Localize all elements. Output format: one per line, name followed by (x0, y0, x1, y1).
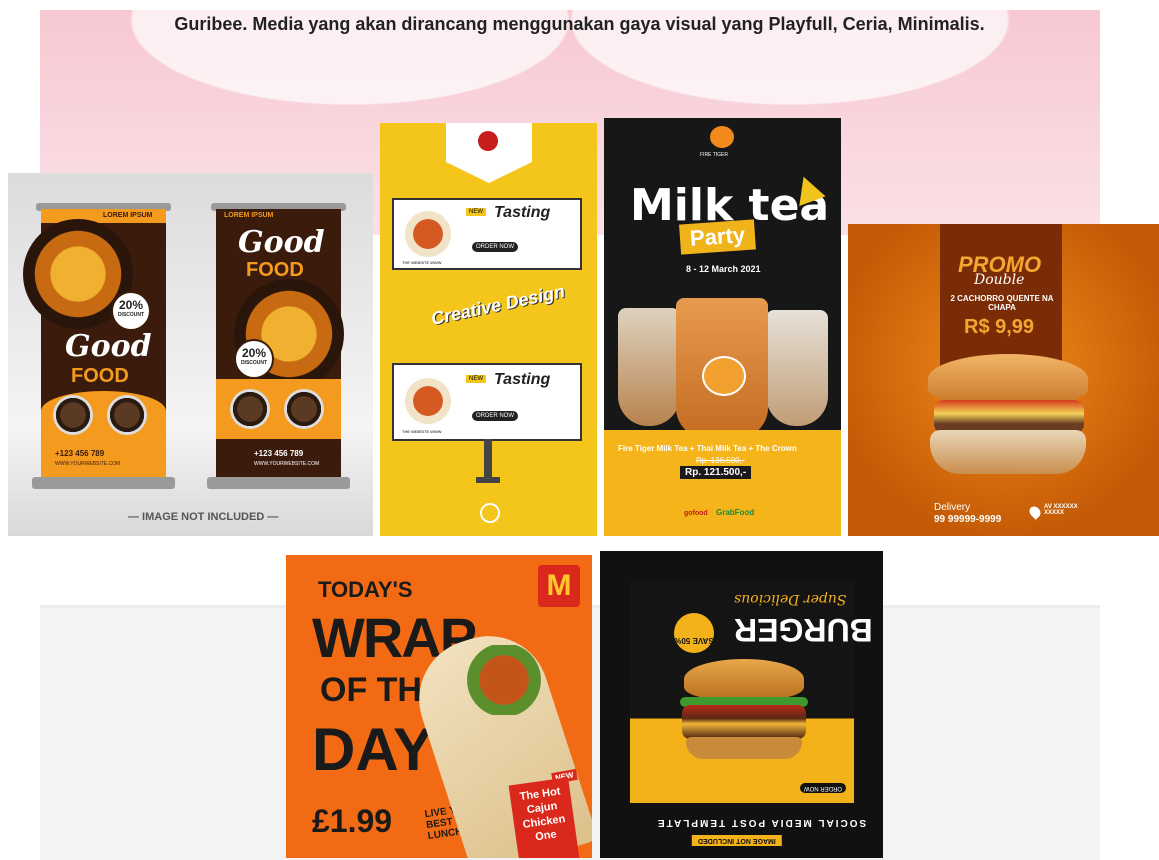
headline-food: FOOD (71, 365, 129, 387)
billboard-pole (484, 439, 492, 479)
logo-text: FIRE TIGER (700, 152, 728, 158)
save-badge: SAVE 50% (674, 613, 714, 653)
banner-right: LOREM IPSUM Good FOOD 20% DISCOUNT +123 … (216, 209, 344, 477)
discount-badge: 20% DISCOUNT (111, 291, 151, 331)
bowl-photo (402, 208, 454, 260)
headline-good: Good (238, 225, 325, 260)
promo-price: R$ 9,99 (964, 316, 1035, 338)
rollup-banner-image: LOREM IPSUM 20% DISCOUNT Good FOOD +123 … (8, 173, 373, 536)
discount-badge: 20% DISCOUNT (234, 339, 274, 379)
banner-left: LOREM IPSUM 20% DISCOUNT Good FOOD +123 … (23, 209, 166, 477)
tiger-face-icon (702, 356, 746, 396)
subtitle-party: Party (679, 219, 757, 255)
location-pin-icon (1027, 504, 1043, 520)
price: £1.99 (312, 803, 393, 839)
promo-burger-image: PROMO Double 2 CACHORRO QUENTE NA CHAPA … (848, 224, 1159, 536)
banner-base (207, 477, 350, 489)
delivery-label: Delivery (934, 502, 971, 513)
page-caption: Guribee. Media yang akan dirancang mengg… (174, 14, 985, 34)
billboard-mockup-image: Tasting NEW ORDER NOW THE WEBSITE.WWW Cr… (380, 123, 597, 536)
burger-social-post-image: Super Delicious BURGER SAVE 50% ORDER NO… (600, 551, 883, 858)
burger-patties (682, 705, 806, 739)
title-burger: BURGER (734, 612, 873, 648)
promo-script: Double (974, 272, 1025, 288)
event-dates: 8 - 12 March 2021 (686, 264, 761, 274)
bowl-photo (402, 375, 454, 427)
dish-photo (107, 395, 147, 435)
banner-phone: +123 456 789 (254, 449, 304, 458)
headline-todays: TODAY'S (318, 577, 413, 602)
banner-phone: +123 456 789 (55, 449, 105, 458)
footer-logo-icon (480, 503, 500, 523)
burger-top-bun (684, 659, 804, 699)
banner-base (32, 477, 175, 489)
banner-brand: LOREM IPSUM (103, 212, 153, 219)
order-now-button: ORDER NOW (800, 783, 846, 793)
old-price: Rp. 136.500,- (696, 456, 745, 465)
new-price: Rp. 121.500,- (680, 466, 752, 479)
image-not-included-note: IMAGE NOT INCLUDED (692, 835, 782, 846)
sandwich-filling (934, 400, 1084, 434)
cup-left (618, 308, 680, 426)
script-super-delicious: Super Delicious (734, 591, 847, 607)
banner-brand: LOREM IPSUM (224, 212, 274, 219)
mcdonalds-logo-icon: M (538, 565, 580, 607)
banner-website: WWW.YOURWEBSITE.COM (55, 461, 121, 467)
grabfood-logo: GrabFood (716, 508, 755, 517)
billboard-bottom: Tasting NEW ORDER NOW THE WEBSITE.WWW (392, 363, 582, 441)
cup-right (766, 310, 828, 426)
sandwich-bottom (930, 430, 1086, 474)
headline-day: DAY (312, 716, 434, 783)
burger-bottom-bun (686, 737, 802, 759)
milk-tea-poster-image: FIRE TIGER Milk tea Party 8 - 12 March 2… (604, 118, 841, 536)
tiger-logo-icon (710, 126, 734, 148)
wrap-of-the-day-image: M TODAY'S WRAP OF THE DAY £1.99 LIVE YOU… (286, 555, 592, 858)
products-line: Fire Tiger Milk Tea + Thai Milk Tea + Th… (618, 444, 797, 453)
image-not-included-note: — IMAGE NOT INCLUDED — (128, 511, 279, 523)
headline-good: Good (65, 329, 152, 364)
promo-offer: 2 CACHORRO QUENTE NA CHAPA (950, 294, 1054, 312)
dish-photo (230, 389, 270, 429)
address: AV XXXXXX XXXXX (1044, 504, 1078, 516)
gofood-logo: gofood (684, 510, 708, 517)
dish-photo (284, 389, 324, 429)
wrap-filling (454, 645, 554, 715)
product-name: The Hot Cajun Chicken One (508, 777, 580, 858)
dish-photo (53, 395, 93, 435)
delivery-phone: 99 99999-9999 (934, 514, 1002, 525)
center-script: Creative Design (429, 281, 567, 329)
logo-icon (478, 131, 498, 151)
billboard-top: Tasting NEW ORDER NOW THE WEBSITE.WWW (392, 198, 582, 270)
sandwich-top (928, 354, 1088, 404)
billboard-pole-base (476, 477, 500, 483)
template-label: SOCIAL MEDIA POST TEMPLATE (656, 817, 867, 828)
banner-website: WWW.YOURWEBSITE.COM (254, 461, 320, 467)
